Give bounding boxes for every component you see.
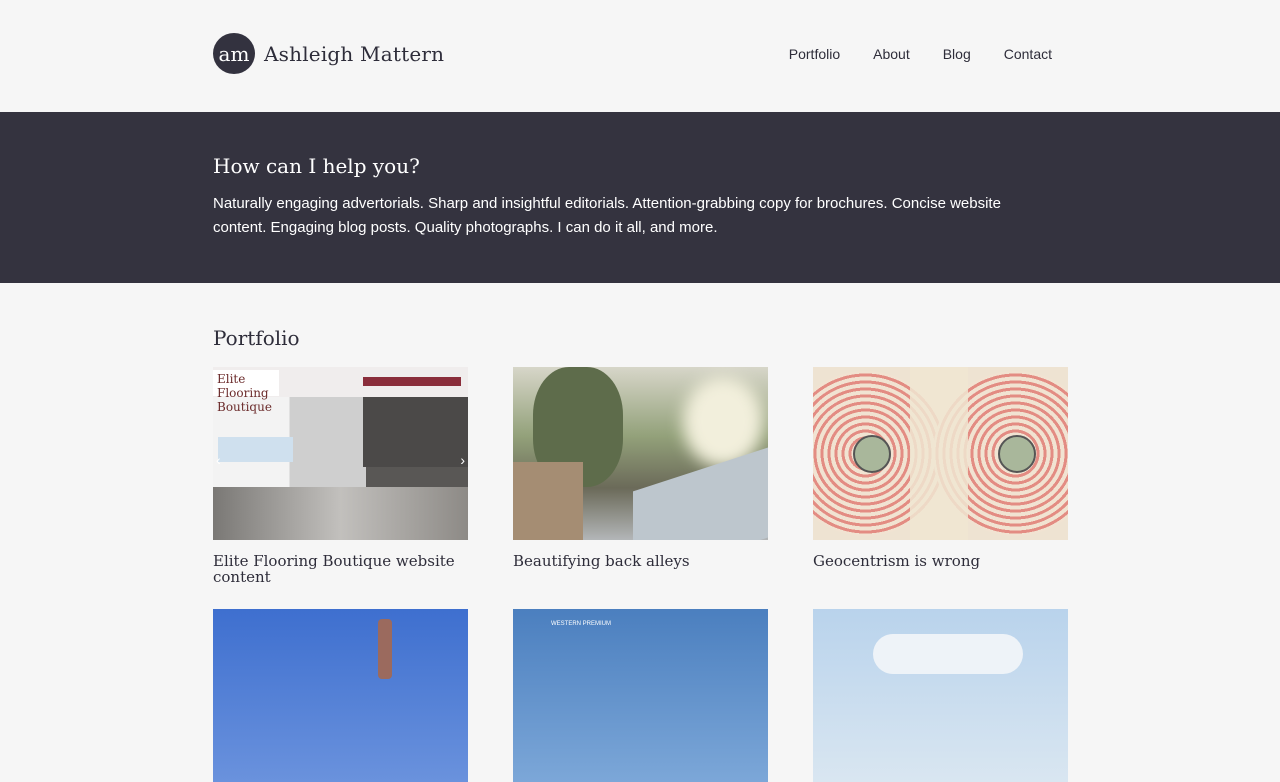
elite-flooring-logo: Elite Flooring Boutique xyxy=(213,370,279,414)
portfolio-card[interactable]: Geocentrism is wrong xyxy=(813,367,1068,585)
western-premium-logo: WESTERN PREMIUM xyxy=(551,621,611,627)
portfolio-thumbnail[interactable] xyxy=(213,609,468,782)
hero-text: Naturally engaging advertorials. Sharp a… xyxy=(213,195,1001,236)
portfolio-thumbnail[interactable] xyxy=(813,367,1068,540)
portfolio-section: Portfolio Elite Flooring Boutique ‹ › El… xyxy=(0,283,1280,782)
nav-contact[interactable]: Contact xyxy=(1004,46,1052,62)
site-title[interactable]: Ashleigh Mattern xyxy=(264,42,444,66)
portfolio-thumbnail[interactable]: Elite Flooring Boutique ‹ › xyxy=(213,367,468,540)
main-nav: Portfolio About Blog Contact xyxy=(789,46,1052,62)
hero-section: How can I help you? Naturally engaging a… xyxy=(0,112,1280,283)
nav-blog[interactable]: Blog xyxy=(943,46,971,62)
portfolio-card[interactable] xyxy=(213,609,468,782)
hero-heading: How can I help you? xyxy=(213,154,420,178)
portfolio-caption[interactable]: Geocentrism is wrong xyxy=(813,553,1068,569)
nav-portfolio[interactable]: Portfolio xyxy=(789,46,840,62)
portfolio-card[interactable]: WESTERN PREMIUM xyxy=(513,609,768,782)
portfolio-card[interactable]: Beautifying back alleys xyxy=(513,367,768,585)
portfolio-thumbnail[interactable] xyxy=(813,609,1068,782)
portfolio-card[interactable]: Elite Flooring Boutique ‹ › Elite Floori… xyxy=(213,367,468,585)
brand[interactable]: am Ashleigh Mattern xyxy=(213,33,444,74)
portfolio-thumbnail[interactable]: WESTERN PREMIUM xyxy=(513,609,768,782)
chevron-left-icon: ‹ xyxy=(216,452,221,468)
portfolio-card[interactable] xyxy=(813,609,1068,782)
portfolio-heading: Portfolio xyxy=(213,326,300,350)
logo-icon[interactable]: am xyxy=(213,33,255,74)
portfolio-thumbnail[interactable] xyxy=(513,367,768,540)
portfolio-caption[interactable]: Elite Flooring Boutique website content xyxy=(213,553,468,585)
nav-about[interactable]: About xyxy=(873,46,910,62)
portfolio-grid: Elite Flooring Boutique ‹ › Elite Floori… xyxy=(213,367,1068,782)
site-header: am Ashleigh Mattern Portfolio About Blog… xyxy=(0,0,1280,112)
chevron-right-icon: › xyxy=(460,452,465,468)
portfolio-caption[interactable]: Beautifying back alleys xyxy=(513,553,768,569)
